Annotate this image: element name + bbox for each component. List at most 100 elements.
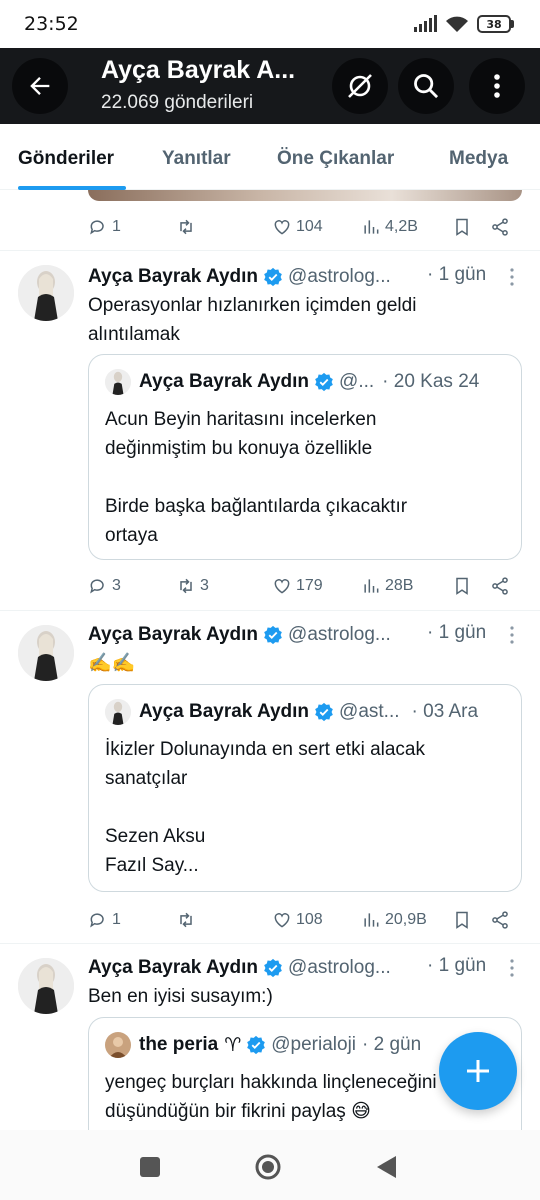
reply-button[interactable]: 3 xyxy=(88,571,121,601)
back-nav-button[interactable] xyxy=(371,1152,401,1182)
like-count: 108 xyxy=(296,911,323,928)
tab-posts[interactable]: Gönderiler xyxy=(18,148,114,170)
system-navigation-bar xyxy=(0,1130,540,1200)
quoted-post[interactable]: Ayça Bayrak Aydın @ast... · 03 Ara İkizl… xyxy=(88,684,522,892)
repost-button[interactable] xyxy=(176,905,200,935)
quoted-post-text: İkizler Dolunayında en sert etki alacak … xyxy=(105,739,425,876)
back-button[interactable] xyxy=(12,58,68,114)
post-more-button[interactable] xyxy=(504,956,520,980)
search-icon xyxy=(414,74,439,99)
avatar[interactable] xyxy=(18,265,74,321)
reply-icon xyxy=(90,913,104,928)
like-button[interactable]: 108 xyxy=(272,905,323,935)
author-name[interactable]: Ayça Bayrak Aydın xyxy=(88,957,258,979)
back-arrow-icon xyxy=(30,77,50,95)
status-bar: 23:52 38 xyxy=(0,0,540,48)
view-count: 4,2B xyxy=(385,218,418,235)
post[interactable]: Ayça Bayrak Aydın @astrolog... · 1 gün ✍… xyxy=(0,611,540,943)
post-actions: 3 3 179 28B xyxy=(88,571,518,601)
author-handle[interactable]: @astrolog... xyxy=(288,957,391,979)
square-icon xyxy=(140,1157,160,1177)
grok-icon xyxy=(348,74,372,98)
author-name[interactable]: Ayça Bayrak Aydın xyxy=(88,266,258,288)
bookmark-icon xyxy=(456,577,468,595)
views-chart-icon xyxy=(364,913,379,927)
bookmark-button[interactable] xyxy=(452,905,472,935)
plus-icon xyxy=(467,1060,489,1082)
views-button[interactable]: 4,2B xyxy=(361,212,418,242)
more-dots-icon xyxy=(510,626,514,644)
grok-button[interactable] xyxy=(332,58,388,114)
quoted-post[interactable]: Ayça Bayrak Aydın @... · 20 Kas 24 Acun … xyxy=(88,354,522,560)
verified-badge-icon xyxy=(314,702,334,722)
battery-level: 38 xyxy=(477,15,511,33)
quoted-author-name: Ayça Bayrak Aydın xyxy=(139,701,310,722)
share-icon xyxy=(492,577,508,595)
share-button[interactable] xyxy=(490,571,510,601)
reply-icon xyxy=(90,579,104,594)
verified-badge-icon xyxy=(263,267,283,287)
post-media-image[interactable] xyxy=(88,190,522,201)
signal-icon xyxy=(414,15,437,32)
avatar[interactable] xyxy=(18,958,74,1014)
header-title: Ayça Bayrak A... xyxy=(101,56,296,84)
tab-replies[interactable]: Yanıtlar xyxy=(162,148,231,170)
views-button[interactable]: 28B xyxy=(361,571,413,601)
quoted-post-time: · 2 gün xyxy=(362,1034,422,1055)
share-button[interactable] xyxy=(490,212,510,242)
post-time[interactable]: · 1 gün xyxy=(427,622,486,644)
repost-button[interactable] xyxy=(176,212,200,242)
reply-button[interactable]: 1 xyxy=(88,905,121,935)
repost-button[interactable]: 3 xyxy=(176,571,209,601)
post-actions: 1 104 4,2B xyxy=(88,212,518,242)
post-time[interactable]: · 1 gün xyxy=(427,264,486,286)
avatar[interactable] xyxy=(18,625,74,681)
aries-symbol-icon: ♈ xyxy=(224,1034,242,1056)
quoted-author-name: Ayça Bayrak Aydın xyxy=(139,371,310,392)
search-button[interactable] xyxy=(398,58,454,114)
like-button[interactable]: 104 xyxy=(272,212,323,242)
post-more-button[interactable] xyxy=(504,623,520,647)
like-count: 104 xyxy=(296,218,323,235)
bookmark-button[interactable] xyxy=(452,212,472,242)
quoted-author-handle: @perialoji xyxy=(271,1034,357,1055)
status-time: 23:52 xyxy=(24,13,79,35)
author-handle[interactable]: @astrolog... xyxy=(288,266,391,288)
quoted-author-handle: @... xyxy=(339,371,375,392)
reply-button[interactable]: 1 xyxy=(88,212,121,242)
heart-icon xyxy=(274,220,290,235)
avatar-photo-icon xyxy=(18,265,74,321)
tab-media[interactable]: Medya xyxy=(449,148,508,170)
views-button[interactable]: 20,9B xyxy=(361,905,427,935)
post-text: ✍️✍️ xyxy=(88,653,136,674)
post-count: 22.069 gönderileri xyxy=(101,92,254,113)
quoted-avatar xyxy=(105,1032,131,1058)
share-button[interactable] xyxy=(490,905,510,935)
post-text: Ben en iyisi susayım:) xyxy=(88,986,273,1007)
verified-badge-icon xyxy=(263,958,283,978)
wifi-icon xyxy=(446,16,468,32)
author-handle[interactable]: @astrolog... xyxy=(288,624,391,646)
tab-highlights[interactable]: Öne Çıkanlar xyxy=(277,148,394,170)
quoted-post-time: · 20 Kas 24 xyxy=(382,371,480,392)
reply-count: 3 xyxy=(112,577,121,594)
home-circle-icon xyxy=(255,1154,281,1180)
repost-icon xyxy=(180,912,192,928)
profile-header: Ayça Bayrak A... 22.069 gönderileri xyxy=(0,48,540,124)
compose-post-button[interactable] xyxy=(439,1032,517,1110)
like-button[interactable]: 179 xyxy=(272,571,323,601)
quoted-post-text: Acun Beyin haritasını incelerken değinmi… xyxy=(105,409,408,546)
post[interactable]: Ayça Bayrak Aydın @astrolog... · 1 gün O… xyxy=(0,251,540,611)
post-time[interactable]: · 1 gün xyxy=(427,955,486,977)
more-options-button[interactable] xyxy=(469,58,525,114)
home-button[interactable] xyxy=(253,1152,283,1182)
reply-count: 1 xyxy=(112,911,121,928)
avatar-photo-icon xyxy=(18,625,74,681)
post-more-button[interactable] xyxy=(504,265,520,289)
timeline[interactable]: 1 104 4,2B Ayça Bayrak Aydın @astrolog..… xyxy=(0,190,540,1130)
share-icon xyxy=(492,911,508,929)
bookmark-button[interactable] xyxy=(452,571,472,601)
recents-button[interactable] xyxy=(135,1152,165,1182)
heart-icon xyxy=(274,913,290,928)
author-name[interactable]: Ayça Bayrak Aydın xyxy=(88,624,258,646)
